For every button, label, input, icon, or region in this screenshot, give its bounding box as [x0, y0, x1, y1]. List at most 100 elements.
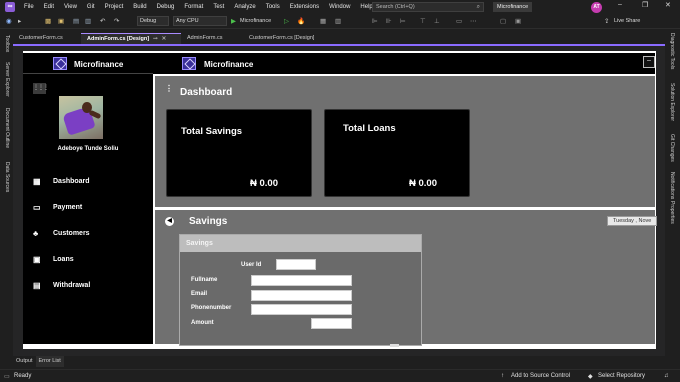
phonenumber-field[interactable]: [251, 304, 352, 315]
start-debugging-icon[interactable]: ▶: [231, 17, 236, 25]
start-without-debugging-icon[interactable]: ▷: [284, 17, 289, 25]
git-changes-tab[interactable]: Git Changes: [669, 134, 675, 162]
save-icon[interactable]: ▤: [73, 17, 79, 25]
menu-tools[interactable]: Tools: [261, 4, 285, 10]
visual-studio-logo-icon[interactable]: ∞: [5, 2, 15, 12]
bring-to-front-icon[interactable]: ▢: [500, 17, 506, 25]
tab-error-list[interactable]: Error List: [35, 356, 64, 367]
more-options-icon[interactable]: ⋮: [165, 84, 173, 93]
notifications-bell-icon[interactable]: ♫: [664, 373, 669, 379]
menu-file[interactable]: File: [19, 4, 39, 10]
menu-extensions[interactable]: Extensions: [285, 4, 324, 10]
align-centers-icon[interactable]: ⊪: [386, 17, 392, 25]
minimize-form-button[interactable]: –: [643, 56, 655, 68]
diagnostic-tools-tab[interactable]: Diagnostic Tools: [669, 33, 675, 69]
document-outline-tab[interactable]: Document Outline: [4, 108, 10, 148]
menu-test[interactable]: Test: [208, 4, 229, 10]
undo-icon[interactable]: ↶: [100, 17, 105, 25]
profile-name: Adeboye Tunde Soliu: [57, 146, 119, 152]
tab-customerform-design[interactable]: CustomerForm.cs [Design]: [243, 33, 320, 44]
server-explorer-tab[interactable]: Server Explorer: [4, 62, 10, 97]
source-control-icon[interactable]: ↑: [501, 373, 504, 379]
send-to-back-icon[interactable]: ▣: [515, 17, 521, 25]
select-repository-button[interactable]: Select Repository: [598, 373, 645, 379]
navigate-forward-icon[interactable]: ▸: [18, 17, 21, 25]
amount-field[interactable]: [311, 318, 352, 329]
menu-project[interactable]: Project: [100, 4, 129, 10]
live-share-icon[interactable]: ⇪: [604, 17, 609, 25]
solution-explorer-tab[interactable]: Solution Explorer: [669, 83, 675, 121]
align-tops-icon[interactable]: ⊤: [420, 17, 426, 25]
total-loans-value: ₦ 0.00: [409, 178, 437, 189]
add-to-source-control-button[interactable]: Add to Source Control: [511, 373, 570, 379]
repository-icon[interactable]: ◆: [588, 373, 593, 380]
account-avatar[interactable]: AT: [591, 2, 602, 13]
run-target-label[interactable]: Microfinance: [240, 18, 271, 24]
new-project-icon[interactable]: ▩: [45, 17, 51, 25]
toolbox-tab[interactable]: Toolbox: [4, 35, 10, 52]
close-tab-icon[interactable]: ✕: [162, 36, 167, 42]
user-id-field[interactable]: [276, 259, 316, 270]
align-middles-icon[interactable]: ⊥: [434, 17, 440, 25]
document-tabs: CustomerForm.cs AdminForm.cs [Design] ⊸ ✕ …: [13, 33, 665, 44]
back-arrow-icon[interactable]: ◀: [165, 217, 174, 226]
snap-icon[interactable]: ▥: [335, 17, 341, 25]
properties-tab[interactable]: Properties: [669, 201, 675, 224]
savings-submit-button[interactable]: [390, 344, 399, 347]
search-input[interactable]: Search (Ctrl+Q) ⌕: [372, 2, 484, 12]
sidebar-item-loans[interactable]: ▣ Loans: [33, 255, 143, 267]
sidebar-header: Microfinance: [23, 53, 153, 74]
menu-view[interactable]: View: [59, 4, 82, 10]
tab-label: AdminForm.cs: [187, 35, 223, 41]
payment-icon: ▭: [33, 203, 41, 212]
tab-customerform-cs[interactable]: CustomerForm.cs: [13, 33, 81, 44]
customers-icon: ♣: [33, 229, 39, 238]
tab-adminform-design[interactable]: AdminForm.cs [Design] ⊸ ✕: [81, 33, 181, 44]
spacing-icon[interactable]: ⋯: [470, 17, 477, 25]
solution-name-badge[interactable]: Microfinance: [493, 2, 533, 12]
live-share-button[interactable]: Live Share: [614, 18, 640, 24]
tab-adminform-cs[interactable]: AdminForm.cs: [181, 33, 243, 44]
sidebar-item-label: Dashboard: [53, 178, 90, 185]
menu-edit[interactable]: Edit: [39, 4, 59, 10]
open-file-icon[interactable]: ▣: [58, 17, 64, 25]
sidebar-item-dashboard[interactable]: ▦ Dashboard: [33, 177, 143, 189]
redo-icon[interactable]: ↷: [114, 17, 119, 25]
menu-git[interactable]: Git: [82, 4, 100, 10]
close-window-icon[interactable]: ✕: [665, 1, 671, 9]
menu-debug[interactable]: Debug: [152, 4, 180, 10]
menu-analyze[interactable]: Analyze: [229, 4, 260, 10]
fullname-label: Fullname: [191, 277, 218, 283]
menu-build[interactable]: Build: [128, 4, 151, 10]
data-sources-tab[interactable]: Data Sources: [4, 162, 10, 192]
sidebar-item-payment[interactable]: ▭ Payment: [33, 203, 143, 215]
sidebar-item-label: Payment: [53, 204, 83, 211]
sidebar-item-withdrawal[interactable]: ▤ Withdrawal: [33, 281, 143, 293]
sidebar-item-label: Customers: [53, 230, 90, 237]
notifications-tab[interactable]: Notifications: [669, 172, 675, 199]
email-field[interactable]: [251, 290, 352, 301]
minimize-window-icon[interactable]: –: [618, 1, 622, 8]
menu-window[interactable]: Window: [324, 4, 355, 10]
savings-groupbox-title: Savings: [186, 240, 213, 247]
configuration-select[interactable]: Debug: [137, 16, 169, 26]
make-same-size-icon[interactable]: ▭: [456, 17, 462, 25]
menu-grid-icon[interactable]: ⋮⋮⋮: [33, 83, 49, 94]
platform-select[interactable]: Any CPU: [173, 16, 227, 26]
align-lefts-icon[interactable]: ⊫: [372, 17, 378, 25]
app-logo-icon: [53, 57, 67, 70]
toolbar: ◉ ▸ ▩ ▣ ▤ ▥ ↶ ↷ Debug Any CPU ▶ Microfin…: [0, 14, 680, 29]
pin-tab-icon[interactable]: ⊸: [153, 36, 158, 42]
maximize-window-icon[interactable]: ❐: [642, 1, 648, 9]
align-rights-icon[interactable]: ⊨: [400, 17, 406, 25]
fullname-field[interactable]: [251, 275, 352, 286]
layout-icon[interactable]: ▦: [320, 17, 326, 25]
menu-format[interactable]: Format: [179, 4, 208, 10]
tab-output[interactable]: Output: [13, 356, 36, 367]
menu-bar: ∞ File Edit View Git Project Build Debug…: [0, 0, 680, 14]
date-picker[interactable]: Tuesday , Nove: [607, 216, 657, 226]
save-all-icon[interactable]: ▥: [85, 17, 91, 25]
navigate-back-icon[interactable]: ◉: [6, 17, 12, 25]
hot-reload-icon[interactable]: 🔥: [297, 17, 305, 25]
sidebar-item-customers[interactable]: ♣ Customers: [33, 229, 143, 241]
